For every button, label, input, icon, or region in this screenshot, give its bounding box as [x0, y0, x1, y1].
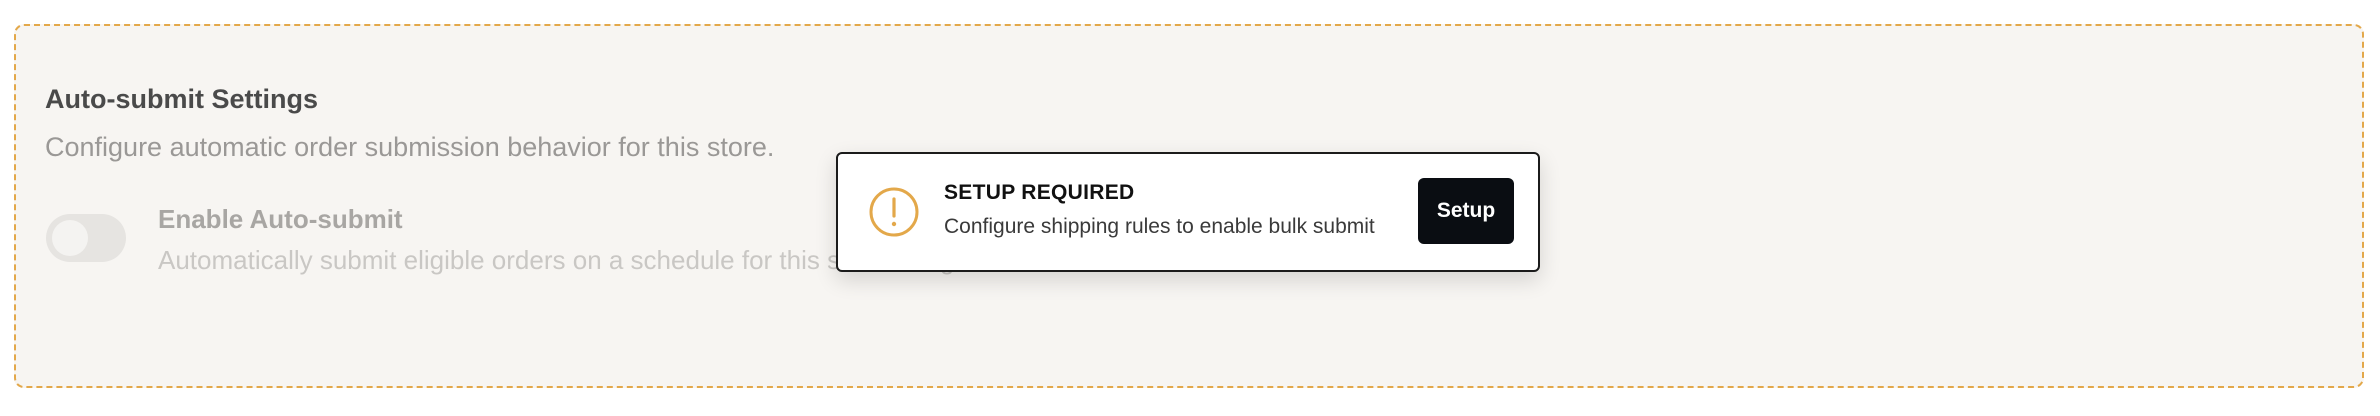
alert-circle-icon — [869, 187, 919, 237]
auto-submit-toggle[interactable] — [46, 214, 126, 262]
setup-button[interactable]: Setup — [1418, 178, 1514, 244]
section-subtitle: Configure automatic order submission beh… — [45, 132, 775, 162]
toggle-knob — [52, 220, 88, 256]
auto-submit-label: Enable Auto-submit — [158, 204, 403, 234]
popup-message: Configure shipping rules to enable bulk … — [944, 215, 1375, 238]
setup-required-popup: SETUP REQUIRED Configure shipping rules … — [836, 152, 1540, 272]
section-title: Auto-submit Settings — [45, 84, 318, 114]
popup-title: SETUP REQUIRED — [944, 181, 1135, 204]
